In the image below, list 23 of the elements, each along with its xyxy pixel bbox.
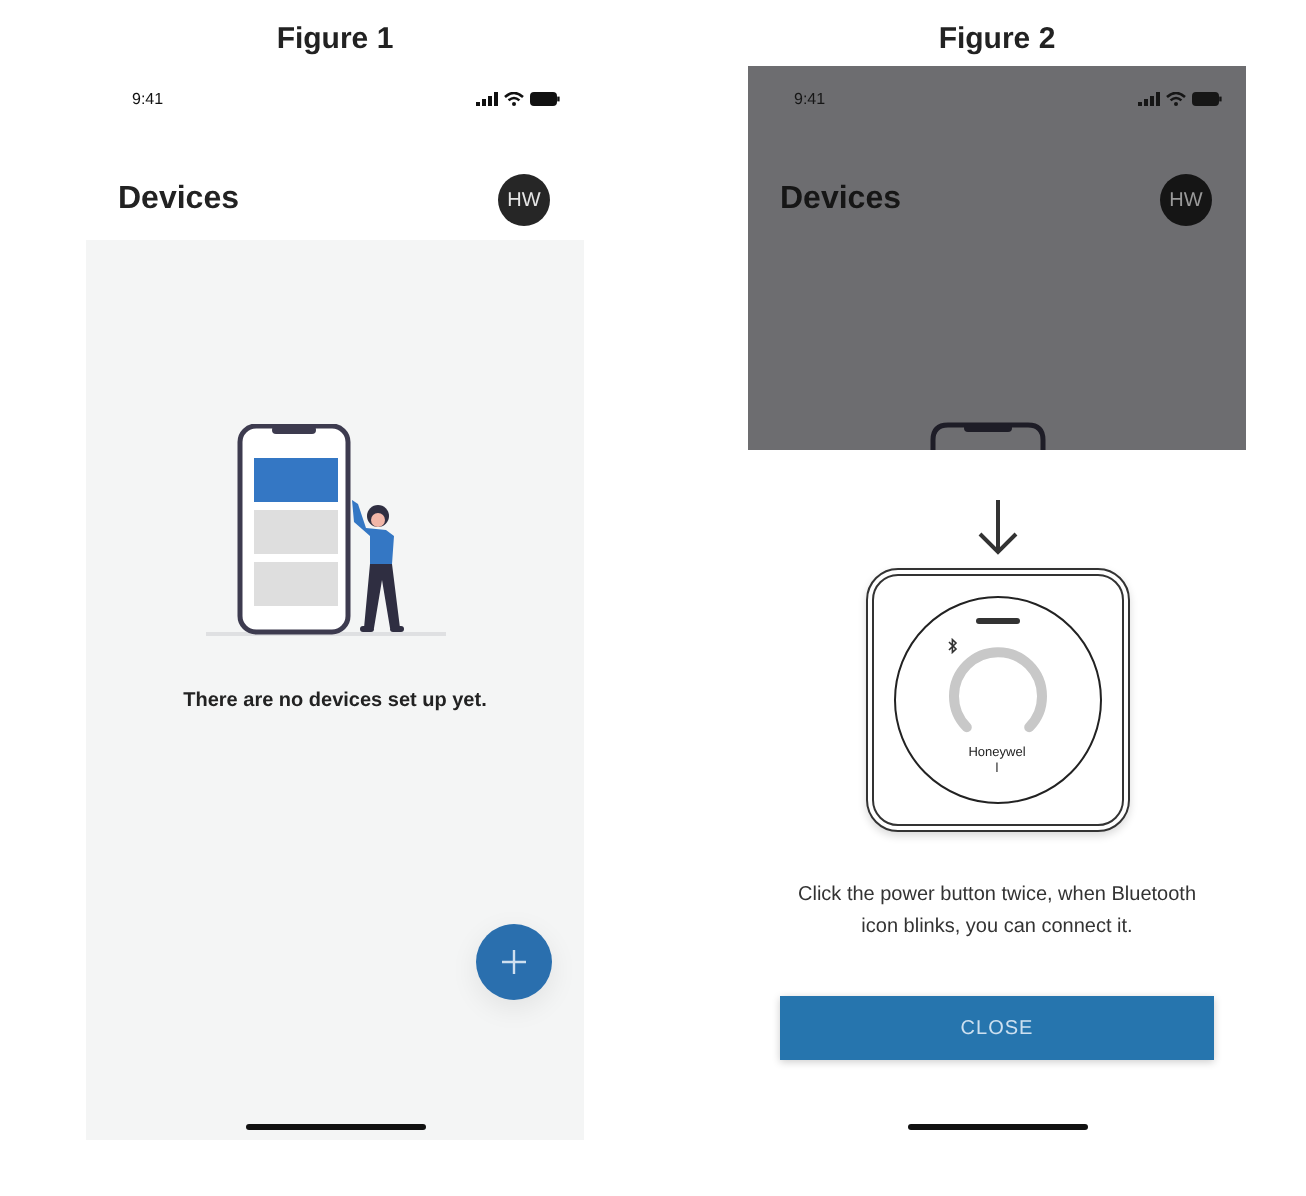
figure-title: Figure 1 [274, 20, 396, 60]
status-time: 9:41 [794, 90, 826, 108]
battery-icon [530, 92, 560, 106]
signal-icon [476, 92, 498, 106]
wifi-icon [1166, 92, 1186, 106]
bluetooth-icon [947, 638, 957, 654]
figure-title: Figure 2 [936, 20, 1058, 60]
page-title: Devices [780, 182, 901, 218]
status-time: 9:41 [132, 90, 164, 108]
avatar-button[interactable]: HW [1160, 174, 1212, 226]
gauge-arc-icon [947, 646, 1047, 734]
plus-icon [502, 950, 526, 974]
down-arrow-icon [977, 500, 1017, 556]
avatar-button[interactable]: HW [498, 174, 550, 226]
wifi-icon [504, 92, 524, 106]
instruction-text: Click the power button twice, when Bluetooth icon blinks, you can connect it. [796, 882, 1198, 942]
close-button[interactable]: CLOSE [780, 996, 1214, 1060]
battery-icon [1192, 92, 1222, 106]
signal-icon [1138, 92, 1160, 106]
page-title: Devices [118, 182, 239, 218]
empty-message: There are no devices set up yet. [183, 690, 487, 712]
add-button[interactable] [476, 924, 552, 1000]
indicator-bar-icon [975, 618, 1019, 624]
